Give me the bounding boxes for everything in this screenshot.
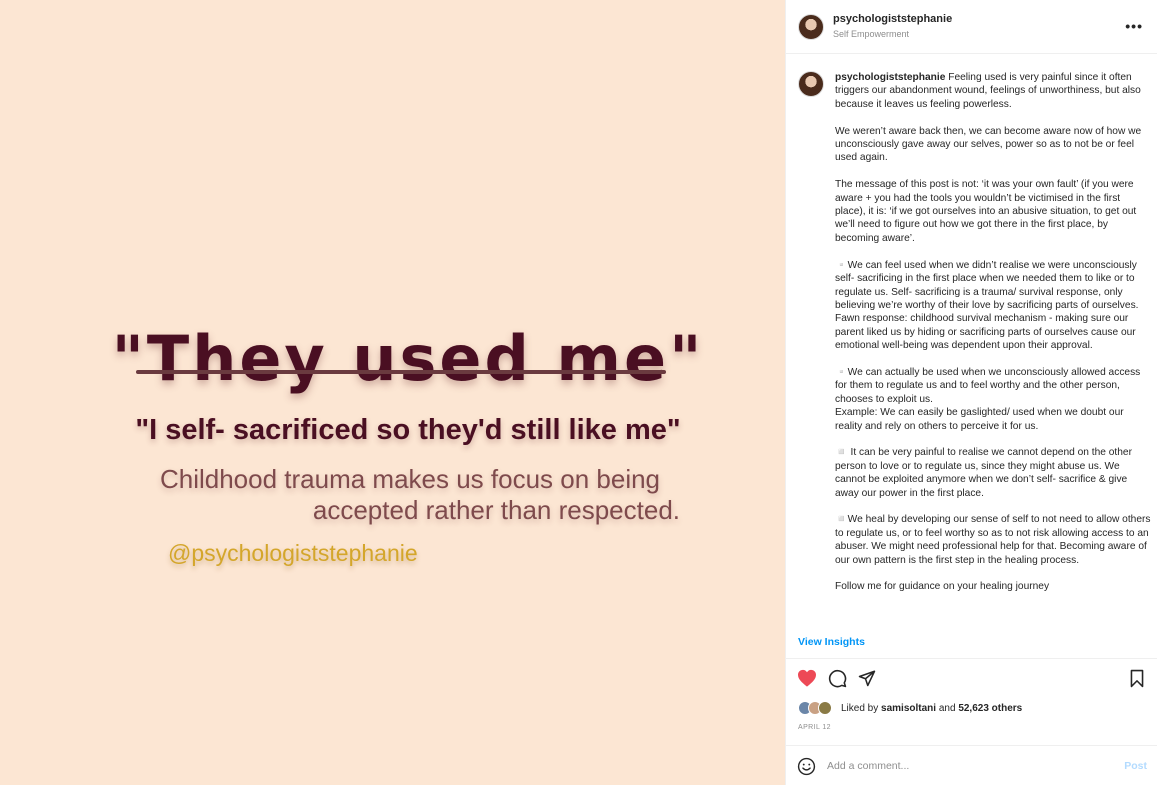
post-sidebar: psychologiststephanie Self Empowerment •…: [785, 0, 1157, 785]
body-text: Childhood trauma makes us focus on being…: [150, 464, 680, 526]
headline-text: "They used me": [111, 322, 705, 395]
heart-filled-icon[interactable]: [797, 669, 817, 692]
caption-area[interactable]: psychologiststephanie Feeling used is ve…: [786, 55, 1157, 627]
liker-avatar[interactable]: [818, 701, 832, 715]
subhead-text: "I self- sacrificed so they'd still like…: [135, 414, 681, 446]
view-insights-link[interactable]: View Insights: [798, 636, 865, 648]
likes-prefix: Liked by: [841, 703, 879, 714]
avatar[interactable]: [798, 14, 824, 40]
post-image[interactable]: "They used me" "I self- sacrificed so th…: [0, 0, 785, 785]
likes-text: Liked by samisoltani and 52,623 others: [841, 703, 1022, 714]
body-text-line-2: accepted rather than respected.: [312, 495, 680, 525]
bookmark-icon[interactable]: [1129, 669, 1145, 693]
header-username[interactable]: psychologiststephanie: [833, 13, 952, 25]
comment-bar: Post: [786, 745, 1157, 785]
body-text-line-1: Childhood trauma makes us focus on being: [159, 464, 661, 494]
caption-username[interactable]: psychologiststephanie: [835, 72, 945, 83]
liker-username[interactable]: samisoltani: [881, 703, 936, 714]
comment-input[interactable]: [827, 758, 1107, 774]
post-header: psychologiststephanie Self Empowerment •…: [786, 0, 1157, 54]
post-comment-button[interactable]: Post: [1124, 760, 1147, 772]
comment-icon[interactable]: [828, 669, 847, 693]
caption-avatar[interactable]: [798, 71, 824, 97]
paper-plane-icon[interactable]: [858, 669, 876, 692]
action-bar: [786, 666, 1157, 694]
caption-text: psychologiststephanie Feeling used is ve…: [835, 71, 1151, 594]
strikethrough-line: [136, 370, 666, 374]
view-insights-row: View Insights: [786, 627, 1157, 659]
smiley-icon[interactable]: [797, 757, 816, 781]
image-handle-text: @psychologiststephanie: [168, 540, 418, 566]
likes-and: and: [938, 703, 956, 714]
likes-count[interactable]: 52,623 others: [958, 703, 1022, 714]
more-horizontal-icon[interactable]: •••: [1125, 18, 1143, 34]
caption-body: Feeling used is very painful since it of…: [835, 72, 1151, 593]
header-subtitle[interactable]: Self Empowerment: [833, 29, 909, 39]
post-date[interactable]: APRIL 12: [798, 724, 831, 731]
